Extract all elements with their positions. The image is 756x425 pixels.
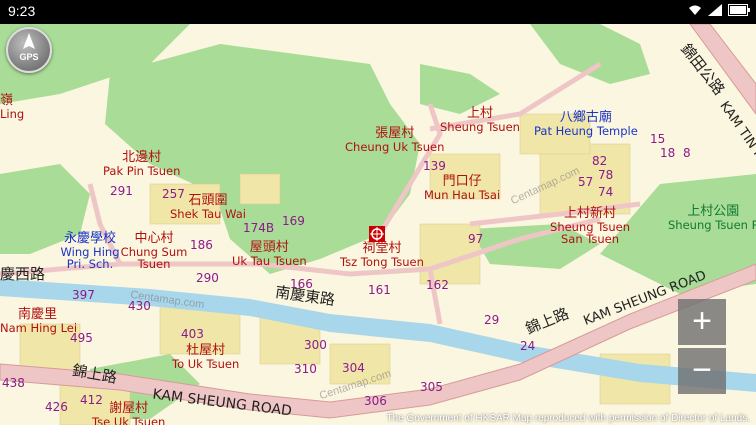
lot-number: 8 [683,146,691,160]
lot-number: 166 [290,277,313,291]
lot-number: 257 [162,187,185,201]
lot-number: 29 [484,313,500,327]
lot-number: 169 [282,214,305,228]
place-chung-sum-tsuen: 中心村 Chung Sum Tsuen [120,231,188,271]
wifi-icon [689,5,701,15]
lot-number: 290 [196,271,219,285]
lot-number: 412 [80,393,103,407]
place-wing-hing-school: 永慶學校 Wing Hing Pri. Sch. [60,231,120,271]
place-tse-uk-tsuen: 謝屋村 Tse Uk Tsuen [92,401,166,425]
status-time: 9:23 [8,3,36,19]
map-base [0,24,756,425]
zoom-in-button[interactable]: + [678,299,726,345]
compass-arrow-icon [23,33,35,49]
zoom-out-button[interactable]: − [678,348,726,394]
signal-icon [708,4,722,16]
road-label-west: 慶西路 [0,265,46,283]
lot-number: 139 [423,159,446,173]
lot-number: 300 [304,338,327,352]
lot-number: 310 [294,362,317,376]
place-tsz-tong-tsuen: 祠堂村 Tsz Tong Tsuen [340,241,424,269]
lot-number: 305 [420,380,443,394]
place-sheung-tsuen: 上村 Sheung Tsuen [440,106,520,134]
lot-number: 15 [650,132,666,146]
lot-number: 304 [342,361,365,375]
map-attribution: The Government of HKSAR Map reproduced w… [386,413,751,424]
lot-number: 57 [578,175,594,189]
lot-number: 306 [364,394,387,408]
place-nam-hing-lei: 南慶里 Nam Hing Lei [0,307,78,335]
place-sheung-tsuen-park: 上村公園 Sheung Tsuen P [668,204,756,232]
lot-number: 291 [110,184,133,198]
location-marker [369,226,385,242]
place-sheung-tsuen-san-tsuen: 上村新村 Sheung Tsuen San Tsuen [550,206,630,246]
place-pak-pin-tsuen: 北邊村 Pak Pin Tsuen [103,150,181,178]
gps-button[interactable]: GPS [6,27,52,73]
lot-number: 426 [45,400,68,414]
lot-number: 186 [190,238,213,252]
lot-number: 161 [368,283,391,297]
status-icons [688,4,750,16]
battery-icon [728,4,750,16]
lot-number: 82 [592,154,608,168]
lot-number: 18 [660,146,676,160]
lot-number: 438 [2,376,25,390]
lot-number: 174B [243,221,275,235]
place-mun-hau-tsai: 門口仔 Mun Hau Tsai [424,174,501,202]
lot-number: 97 [468,232,484,246]
place-uk-tau-tsuen: 屋頭村 Uk Tau Tsuen [232,240,307,268]
status-bar: 9:23 [0,0,756,24]
lot-number: 74 [598,185,614,199]
place-to-uk-tsuen: 杜屋村 To Uk Tsuen [172,343,240,371]
place-pat-heung-temple: 八鄉古廟 Pat Heung Temple [534,110,638,138]
lot-number: 162 [426,278,449,292]
lot-number: 78 [598,168,614,182]
lot-number: 397 [72,288,95,302]
gps-label: GPS [19,52,39,62]
map-view[interactable]: 嶺 Ling 張屋村 Cheung Uk Tsuen 上村 Sheung Tsuen … [0,24,756,425]
lot-number: 403 [181,327,204,341]
lot-number: 495 [70,331,93,345]
lot-number: 24 [520,339,536,353]
place-cheung-uk-tsuen: 張屋村 Cheung Uk Tsuen [345,126,445,154]
place-ling: 嶺 Ling [0,93,25,121]
